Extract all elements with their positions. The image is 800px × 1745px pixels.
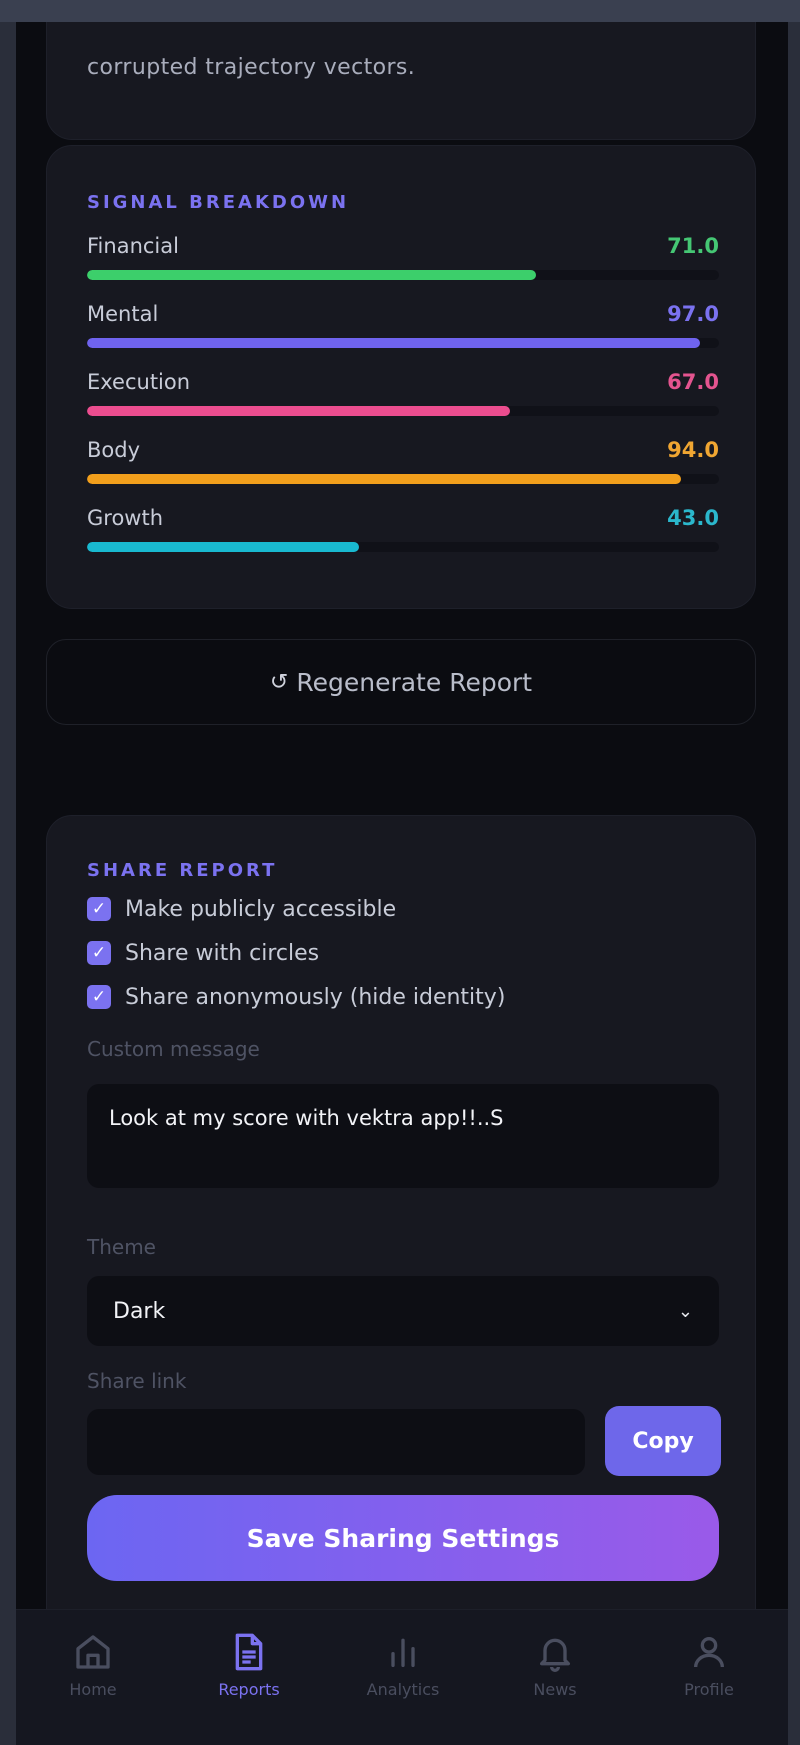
nav-item-profile[interactable]: Profile (644, 1610, 774, 1745)
nav-item-reports[interactable]: Reports (184, 1610, 314, 1745)
copy-link-button[interactable]: Copy (605, 1406, 721, 1476)
share-link-input[interactable] (87, 1409, 585, 1475)
share-anonymous-option[interactable]: ✓ Share anonymously (hide identity) (87, 982, 505, 1012)
checkbox-public[interactable]: ✓ (87, 897, 111, 921)
nav-item-analytics[interactable]: Analytics (338, 1610, 468, 1745)
signal-label: Financial (87, 234, 179, 258)
share-report-title: SHARE REPORT (87, 860, 278, 881)
checkbox-label: Share anonymously (hide identity) (125, 984, 506, 1010)
signal-bar-track (87, 474, 719, 484)
signal-bar-fill (87, 270, 536, 280)
checkbox-label: Make publicly accessible (125, 896, 397, 922)
signal-bar-track (87, 406, 719, 416)
signal-bar-track (87, 338, 719, 348)
signal-bar-track (87, 270, 719, 280)
share-circles-option[interactable]: ✓ Share with circles (87, 938, 319, 968)
signal-bar-fill (87, 474, 682, 484)
bar-chart-icon (391, 1638, 415, 1667)
bottom-navigation: Home Reports Analytics News Profile (16, 1609, 788, 1745)
custom-message-label: Custom message (87, 1037, 260, 1061)
signal-value: 94.0 (667, 438, 719, 462)
signal-row-financial: Financial 71.0 (87, 234, 719, 294)
theme-select[interactable]: Dark ⌄ (87, 1276, 719, 1346)
signal-label: Mental (87, 302, 159, 326)
signal-row-growth: Growth 43.0 (87, 506, 719, 566)
save-sharing-settings-button[interactable]: Save Sharing Settings (87, 1495, 719, 1581)
signal-bar-fill (87, 406, 511, 416)
app-screen: corrupted trajectory vectors. SIGNAL BRE… (16, 22, 788, 1745)
signal-value: 43.0 (667, 506, 719, 530)
nav-item-news[interactable]: News (490, 1610, 620, 1745)
signal-breakdown-title: SIGNAL BREAKDOWN (87, 192, 350, 213)
checkbox-label: Share with circles (125, 940, 320, 966)
share-link-label: Share link (87, 1369, 187, 1393)
regenerate-label: Regenerate Report (296, 667, 533, 697)
window-top-bar (0, 0, 800, 22)
signal-breakdown-card: SIGNAL BREAKDOWN Financial 71.0 Mental 9… (46, 145, 756, 609)
theme-label: Theme (87, 1235, 156, 1259)
chevron-down-icon: ⌄ (677, 1300, 693, 1322)
signal-row-mental: Mental 97.0 (87, 302, 719, 362)
custom-message-input[interactable]: Look at my score with vektra app!!..S (87, 1084, 719, 1188)
nav-item-home[interactable]: Home (28, 1610, 158, 1745)
signal-label: Execution (87, 370, 191, 394)
checkbox-circles[interactable]: ✓ (87, 941, 111, 965)
nav-label: Reports (218, 1680, 280, 1699)
signal-label: Growth (87, 506, 164, 530)
bell-icon (540, 1638, 570, 1672)
signal-bar-track (87, 542, 719, 552)
nav-label: Analytics (366, 1680, 440, 1699)
user-icon (694, 1637, 724, 1668)
signal-bar-fill (87, 338, 701, 348)
checkbox-anonymous[interactable]: ✓ (87, 985, 111, 1009)
signal-value: 71.0 (667, 234, 719, 258)
nav-label: News (533, 1680, 577, 1699)
signal-value: 67.0 (667, 370, 719, 394)
report-summary-card: corrupted trajectory vectors. (46, 22, 756, 140)
signal-row-body: Body 94.0 (87, 438, 719, 498)
signal-label: Body (87, 438, 141, 462)
share-report-card: SHARE REPORT ✓ Make publicly accessible … (46, 815, 756, 1745)
signal-bar-fill (87, 542, 359, 552)
signal-value: 97.0 (667, 302, 719, 326)
theme-selected-value: Dark (113, 1298, 166, 1324)
nav-label: Home (69, 1680, 117, 1699)
regenerate-report-button[interactable]: ↺ Regenerate Report (46, 639, 756, 725)
refresh-icon: ↺ (269, 669, 289, 695)
summary-text: corrupted trajectory vectors. (87, 55, 416, 80)
document-icon (235, 1633, 263, 1671)
home-icon (76, 1635, 110, 1669)
nav-label: Profile (684, 1680, 734, 1699)
signal-row-execution: Execution 67.0 (87, 370, 719, 430)
public-access-option[interactable]: ✓ Make publicly accessible (87, 894, 396, 924)
